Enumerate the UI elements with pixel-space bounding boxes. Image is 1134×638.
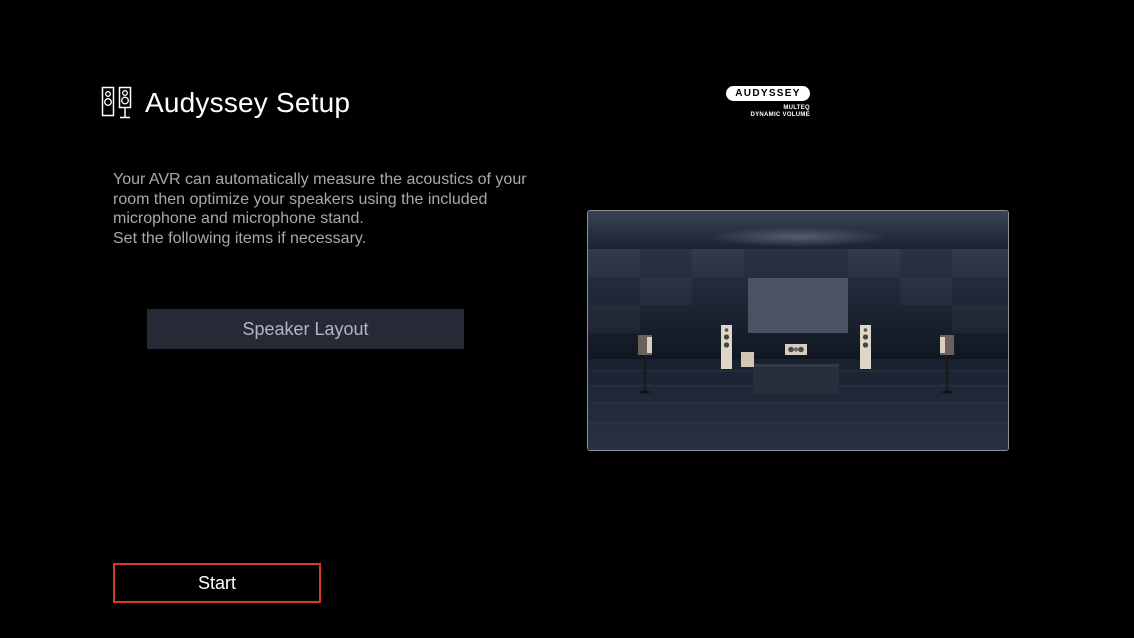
description-line-2: Set the following items if necessary. bbox=[113, 229, 367, 247]
audyssey-logo: AUDYSSEY MULTEQ DYNAMIC VOLUME bbox=[726, 86, 810, 119]
audyssey-setup-screen: Audyssey Setup AUDYSSEY MULTEQ DYNAMIC V… bbox=[0, 0, 1134, 638]
logo-brand: AUDYSSEY bbox=[726, 86, 810, 101]
description: Your AVR can automatically measure the a… bbox=[113, 170, 563, 248]
speaker-layout-button[interactable]: Speaker Layout bbox=[147, 309, 464, 349]
start-button[interactable]: Start bbox=[113, 563, 321, 603]
header: Audyssey Setup bbox=[101, 86, 350, 120]
home-theater-room-image bbox=[587, 210, 1009, 451]
logo-multeq: MULTEQ bbox=[783, 105, 810, 111]
speakers-icon bbox=[101, 86, 133, 120]
description-line-1: Your AVR can automatically measure the a… bbox=[113, 171, 527, 227]
page-title: Audyssey Setup bbox=[145, 87, 351, 118]
logo-dynamic-volume: DYNAMIC VOLUME bbox=[750, 112, 810, 118]
